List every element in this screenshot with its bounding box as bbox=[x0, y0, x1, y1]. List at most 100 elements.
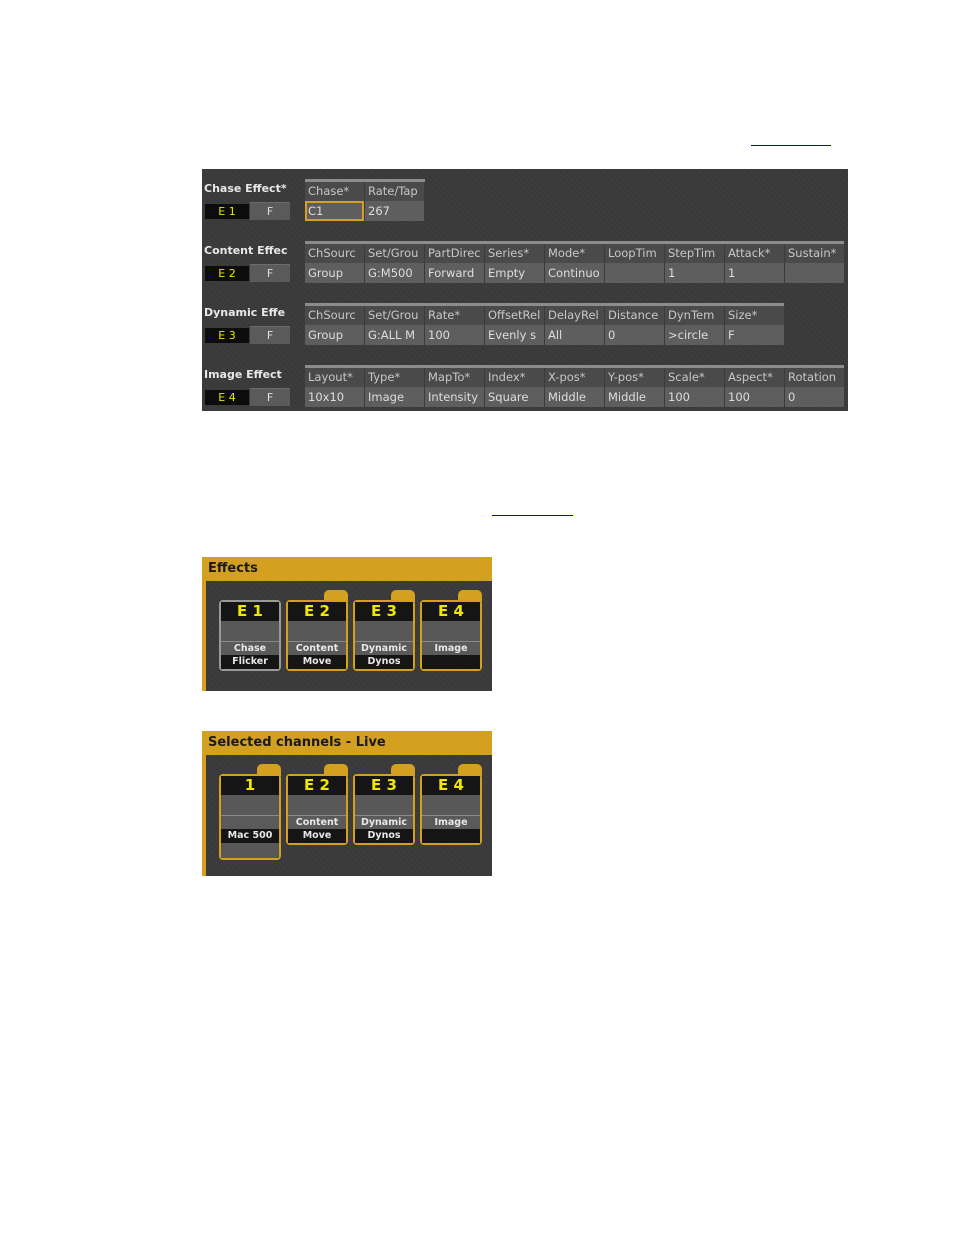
column-header: OffsetRel bbox=[485, 306, 544, 325]
tile-number: E 3 bbox=[355, 776, 413, 795]
value-cell-selected[interactable]: C1 bbox=[305, 201, 364, 221]
value-cell[interactable]: Intensity bbox=[425, 387, 484, 407]
column-header: Index* bbox=[485, 368, 544, 387]
column-header: Type* bbox=[365, 368, 424, 387]
value-cell[interactable]: 1 bbox=[725, 263, 784, 283]
effect-tile[interactable]: E 3 Dynamic Dynos bbox=[353, 590, 415, 671]
effect-row-image: Image Effect E 4 F Layout* Type* MapTo* … bbox=[202, 355, 848, 417]
effect-tile[interactable]: E 4 Image bbox=[420, 590, 482, 671]
tile-line2: Move bbox=[288, 829, 346, 843]
channel-tile[interactable]: E 3 Dynamic Dynos bbox=[353, 764, 415, 845]
effect-tile[interactable]: E 1 Chase Flicker bbox=[219, 600, 281, 671]
tile-number: E 4 bbox=[422, 602, 480, 621]
value-cell[interactable]: 1 bbox=[665, 263, 724, 283]
channel-tile[interactable]: 1 Mac 500 bbox=[219, 764, 281, 860]
value-cell[interactable]: All bbox=[545, 325, 604, 345]
value-cell[interactable]: Square bbox=[485, 387, 544, 407]
tile-blank bbox=[221, 843, 279, 858]
tile-number: E 2 bbox=[288, 602, 346, 621]
value-cell[interactable]: G:M500 bbox=[365, 263, 424, 283]
value-cell[interactable]: Middle bbox=[605, 387, 664, 407]
tile-line1 bbox=[221, 816, 279, 829]
value-cell[interactable]: 267 bbox=[365, 201, 424, 221]
column-header: Rotation bbox=[785, 368, 844, 387]
tile-blank bbox=[221, 795, 279, 816]
tile-number: E 1 bbox=[221, 602, 279, 621]
value-cell[interactable]: Empty bbox=[485, 263, 544, 283]
window-body: 1 Mac 500 E 2 Content Move E 3 Dynamic D… bbox=[206, 755, 492, 876]
effect-number-button[interactable]: E 4 bbox=[205, 390, 249, 405]
column-header: MapTo* bbox=[425, 368, 484, 387]
channel-tile[interactable]: E 4 Image bbox=[420, 764, 482, 845]
value-cell[interactable]: 100 bbox=[425, 325, 484, 345]
effect-number-button[interactable]: E 3 bbox=[205, 328, 249, 343]
tile-line2: Flicker bbox=[221, 655, 279, 669]
column-header: PartDirec bbox=[425, 244, 484, 263]
effect-number-button[interactable]: E 2 bbox=[205, 266, 249, 281]
column-header: Layout* bbox=[305, 368, 364, 387]
value-cell[interactable]: 10x10 bbox=[305, 387, 364, 407]
column-header: LoopTim bbox=[605, 244, 664, 263]
value-cell[interactable]: 0 bbox=[605, 325, 664, 345]
column-header: Attack* bbox=[725, 244, 784, 263]
tile-line1: Dynamic bbox=[355, 642, 413, 655]
tile-blank bbox=[288, 795, 346, 816]
f-button[interactable]: F bbox=[250, 326, 290, 344]
effect-parameter-table: ChSourc Set/Grou Rate* OffsetRel DelayRe… bbox=[305, 303, 785, 345]
tile-number: E 4 bbox=[422, 776, 480, 795]
hyperlink-underline[interactable] bbox=[492, 515, 573, 516]
tile-line1: Content bbox=[288, 642, 346, 655]
effect-tile[interactable]: E 2 Content Move bbox=[286, 590, 348, 671]
tile-line2 bbox=[422, 655, 480, 669]
table-header-row: ChSourc Set/Grou Rate* OffsetRel DelayRe… bbox=[305, 306, 785, 325]
table-value-row: C1 267 bbox=[305, 201, 425, 221]
column-header: StepTim bbox=[665, 244, 724, 263]
value-cell[interactable]: F bbox=[725, 325, 784, 345]
effect-row-title: Content Effec bbox=[204, 244, 288, 257]
tile-tab bbox=[391, 590, 415, 602]
table-value-row: 10x10 Image Intensity Square Middle Midd… bbox=[305, 387, 845, 407]
value-cell[interactable]: Continuo bbox=[545, 263, 604, 283]
effect-row-chase: Chase Effect* E 1 F Chase* Rate/Tap C1 2… bbox=[202, 169, 848, 231]
tile-line2 bbox=[422, 829, 480, 843]
value-cell[interactable] bbox=[605, 263, 664, 283]
column-header: Y-pos* bbox=[605, 368, 664, 387]
column-header: Set/Grou bbox=[365, 244, 424, 263]
value-cell[interactable]: Group bbox=[305, 263, 364, 283]
table-header-row: Layout* Type* MapTo* Index* X-pos* Y-pos… bbox=[305, 368, 845, 387]
effect-parameters-panel: Chase Effect* E 1 F Chase* Rate/Tap C1 2… bbox=[202, 169, 848, 411]
value-cell[interactable]: Image bbox=[365, 387, 424, 407]
value-cell[interactable]: Group bbox=[305, 325, 364, 345]
value-cell[interactable]: >circle bbox=[665, 325, 724, 345]
column-header: DynTem bbox=[665, 306, 724, 325]
tile-tab bbox=[458, 590, 482, 602]
effect-parameter-table: Chase* Rate/Tap C1 267 bbox=[305, 179, 425, 221]
value-cell[interactable] bbox=[785, 263, 844, 283]
f-button[interactable]: F bbox=[250, 202, 290, 220]
value-cell[interactable]: Forward bbox=[425, 263, 484, 283]
f-button[interactable]: F bbox=[250, 388, 290, 406]
tile-blank bbox=[221, 621, 279, 642]
hyperlink-underline[interactable] bbox=[751, 145, 831, 146]
value-cell[interactable]: 100 bbox=[725, 387, 784, 407]
value-cell[interactable]: Evenly s bbox=[485, 325, 544, 345]
tile-tab bbox=[257, 764, 281, 776]
table-header-row: ChSourc Set/Grou PartDirec Series* Mode*… bbox=[305, 244, 845, 263]
tile-line2: Move bbox=[288, 655, 346, 669]
tile-blank bbox=[355, 795, 413, 816]
tile-number: E 3 bbox=[355, 602, 413, 621]
value-cell[interactable]: Middle bbox=[545, 387, 604, 407]
value-cell[interactable]: 100 bbox=[665, 387, 724, 407]
value-cell[interactable]: G:ALL M bbox=[365, 325, 424, 345]
f-button[interactable]: F bbox=[250, 264, 290, 282]
tile-tab bbox=[324, 764, 348, 776]
effect-number-button[interactable]: E 1 bbox=[205, 204, 249, 219]
value-cell[interactable]: 0 bbox=[785, 387, 844, 407]
tile-blank bbox=[422, 795, 480, 816]
channel-tile[interactable]: E 2 Content Move bbox=[286, 764, 348, 845]
effect-row-content: Content Effec E 2 F ChSourc Set/Grou Par… bbox=[202, 231, 848, 293]
tile-line1: Dynamic bbox=[355, 816, 413, 829]
window-body: E 1 Chase Flicker E 2 Content Move E 3 D… bbox=[206, 581, 492, 691]
column-header: Rate/Tap bbox=[365, 182, 424, 201]
tile-blank bbox=[288, 621, 346, 642]
